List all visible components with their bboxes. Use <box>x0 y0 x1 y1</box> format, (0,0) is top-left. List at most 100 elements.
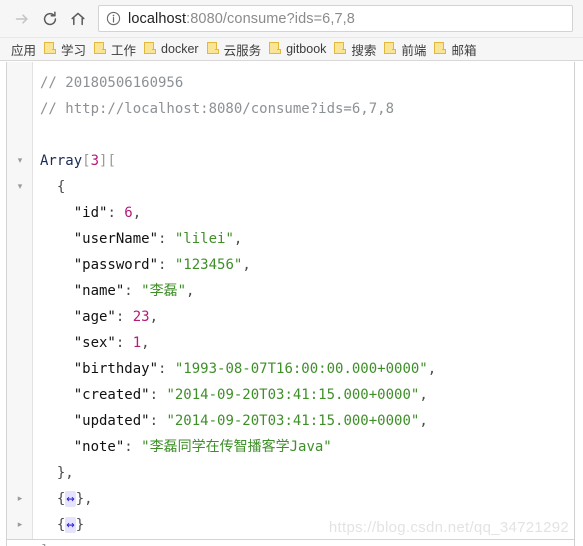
json-punctuation: }, <box>56 465 74 481</box>
json-punctuation: , <box>242 257 251 273</box>
json-line-text: "sex": 1, <box>74 330 150 356</box>
fold-toggle-open-icon[interactable]: ▾ <box>13 148 27 174</box>
json-number-value: 1 <box>132 335 142 351</box>
reload-button[interactable] <box>36 5 64 33</box>
json-line-text: "name": "李磊", <box>74 278 195 304</box>
comment-line-1: // 20180506160956 <box>0 70 583 96</box>
json-key: "updated" <box>73 413 150 429</box>
json-key: "userName" <box>73 231 159 247</box>
bookmark-folder-8[interactable]: 邮箱 <box>430 39 480 59</box>
json-punctuation: : <box>124 439 142 455</box>
fold-toggle-closed-icon[interactable]: ▸ <box>13 512 27 538</box>
json-line: "id": 6, <box>0 200 583 226</box>
json-punctuation: : <box>124 283 142 299</box>
json-line-text: "birthday": "1993-08-07T16:00:00.000+000… <box>74 356 436 382</box>
json-string-value: "李磊同学在传智播客学Java" <box>141 439 332 455</box>
json-punctuation: : <box>149 413 167 429</box>
json-line: ▾{ <box>0 174 583 200</box>
bookmark-folder-5[interactable]: gitbook <box>265 39 330 59</box>
json-punctuation: { <box>56 179 66 195</box>
json-line-text: "note": "李磊同学在传智播客学Java" <box>74 434 332 460</box>
json-punctuation: , <box>149 309 159 325</box>
comment-line-2: // http://localhost:8080/consume?ids=6,7… <box>0 96 583 122</box>
json-line: "created": "2014-09-20T03:41:15.000+0000… <box>0 382 583 408</box>
folder-icon <box>206 42 219 56</box>
bookmark-folder-7[interactable]: 前端 <box>380 39 430 59</box>
json-punctuation: : <box>158 257 175 273</box>
browser-chrome: localhost:8080/consume?ids=6,7,8 应用 学习 工… <box>0 0 583 61</box>
bookmark-folder-3[interactable]: docker <box>140 39 203 59</box>
json-line: ▸ {↔} <box>0 512 583 538</box>
bookmarks-bar: 应用 学习 工作 docker 云服务 gitbook 搜索 前端 邮箱 <box>0 38 583 61</box>
url-host: localhost <box>128 10 187 27</box>
json-key: "password" <box>73 257 159 273</box>
bookmark-label: 搜索 <box>351 43 377 58</box>
bookmark-label: 前端 <box>401 43 427 58</box>
info-circle-icon[interactable] <box>106 11 121 26</box>
json-line: ▾ Array[3][ <box>0 148 583 174</box>
json-viewer: // 20180506160956 // http://localhost:80… <box>0 70 583 546</box>
bookmark-label: docker <box>161 42 199 56</box>
json-key: "age" <box>73 309 116 325</box>
json-line-text: "created": "2014-09-20T03:41:15.000+0000… <box>74 382 428 408</box>
json-key: "note" <box>73 439 125 455</box>
address-bar[interactable]: localhost:8080/consume?ids=6,7,8 <box>98 5 573 32</box>
json-punctuation: : <box>149 387 167 403</box>
json-punctuation: , <box>141 335 150 351</box>
json-punctuation: }, <box>75 491 93 507</box>
json-line-text: }, <box>57 460 74 486</box>
json-punctuation: } <box>75 517 85 533</box>
collapsed-object-icon: ↔ <box>65 517 76 533</box>
bookmark-folder-2[interactable]: 工作 <box>90 39 140 59</box>
json-line: "updated": "2014-09-20T03:41:15.000+0000… <box>0 408 583 434</box>
browser-toolbar: localhost:8080/consume?ids=6,7,8 <box>0 0 583 38</box>
json-punctuation: , <box>186 283 195 299</box>
json-line-text: ] <box>40 538 48 546</box>
bookmark-folder-4[interactable]: 云服务 <box>203 39 266 59</box>
json-line-text: {↔}, <box>57 486 93 512</box>
json-line-text: {↔} <box>57 512 84 538</box>
json-line-text: "userName": "lilei", <box>74 226 243 252</box>
bookmark-label: 邮箱 <box>451 43 477 58</box>
json-string-value: "2014-09-20T03:41:15.000+0000" <box>166 387 420 403</box>
json-string-value: "1993-08-07T16:00:00.000+0000" <box>174 361 428 377</box>
folder-icon <box>94 42 107 56</box>
json-line: ] <box>0 538 583 546</box>
json-punctuation: , <box>233 231 243 247</box>
home-button[interactable] <box>64 5 92 33</box>
comment-text: // 20180506160956 <box>40 75 184 91</box>
bookmark-label: gitbook <box>286 42 327 56</box>
json-line-list: ▾ Array[3][▾{"id": 6, "userName": "lilei",… <box>0 148 583 546</box>
page-viewport: // 20180506160956 // http://localhost:80… <box>0 62 583 546</box>
json-line-text: "age": 23, <box>74 304 158 330</box>
json-string-value: "李磊" <box>141 283 187 299</box>
json-line: ▸ {↔}, <box>0 486 583 512</box>
address-bar-url: localhost:8080/consume?ids=6,7,8 <box>128 11 355 27</box>
json-line: "birthday": "1993-08-07T16:00:00.000+000… <box>0 356 583 382</box>
forward-button[interactable] <box>8 5 36 33</box>
json-punctuation: [ <box>82 153 91 169</box>
fold-toggle-closed-icon[interactable]: ▸ <box>13 486 27 512</box>
json-punctuation: , <box>419 387 428 403</box>
json-punctuation: : <box>158 361 175 377</box>
bookmark-folder-6[interactable]: 搜索 <box>330 39 380 59</box>
bookmark-label: 云服务 <box>223 43 262 58</box>
json-line: "sex": 1, <box>0 330 583 356</box>
json-root-type: Array <box>40 153 83 169</box>
json-punctuation: , <box>427 361 437 377</box>
json-string-value: "lilei" <box>174 231 234 247</box>
json-punctuation: , <box>132 205 142 221</box>
home-icon <box>71 12 85 25</box>
folder-icon <box>144 42 157 56</box>
json-line: "userName": "lilei", <box>0 226 583 252</box>
folder-icon <box>334 42 347 56</box>
bookmark-apps[interactable]: 应用 <box>7 39 40 59</box>
json-line-text: "id": 6, <box>74 200 141 226</box>
folder-icon <box>44 42 57 56</box>
json-line-text: "updated": "2014-09-20T03:41:15.000+0000… <box>74 408 428 434</box>
json-key: "birthday" <box>73 361 159 377</box>
bookmark-folder-1[interactable]: 学习 <box>40 39 90 59</box>
fold-toggle-open-icon[interactable]: ▾ <box>13 174 27 200</box>
json-number-value: 3 <box>90 153 100 169</box>
